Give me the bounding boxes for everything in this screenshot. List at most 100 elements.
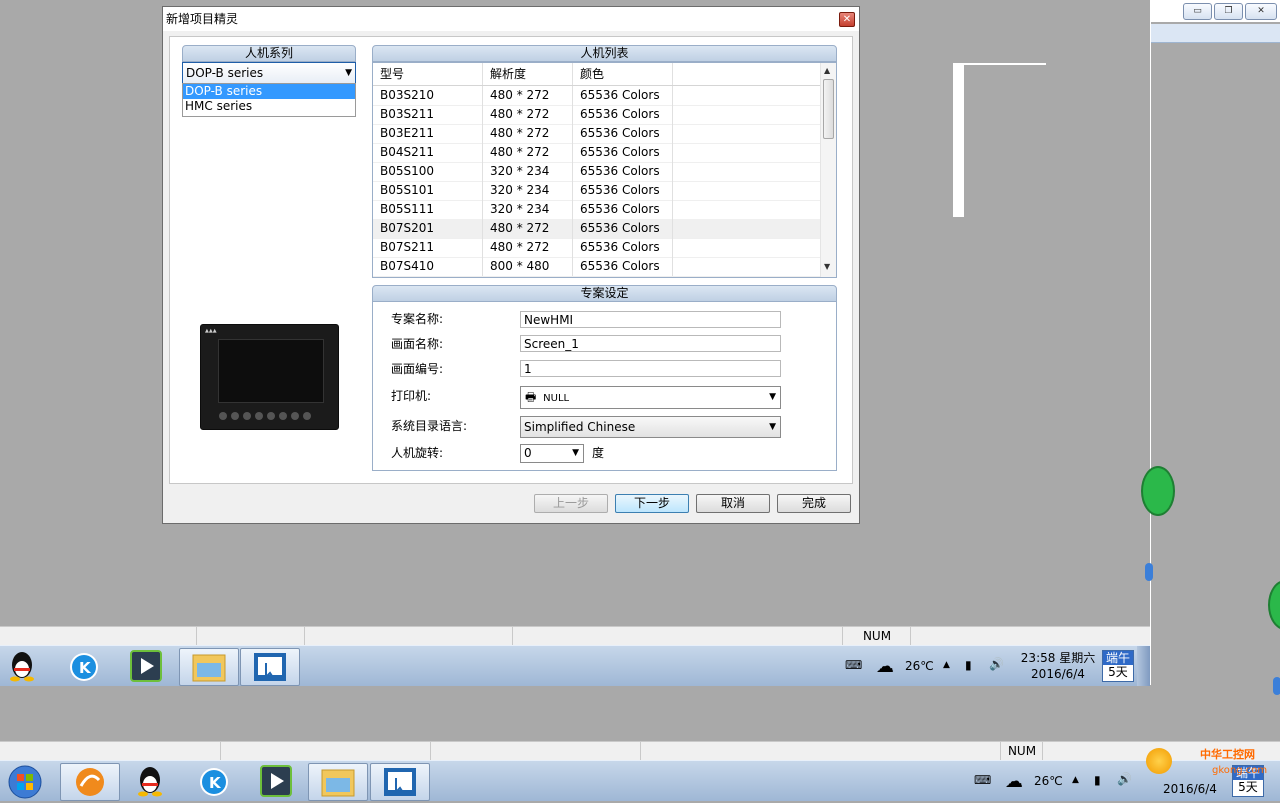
tray-expand-icon[interactable]: ▲	[943, 660, 950, 670]
clock[interactable]: 23:58 星期六 2016/6/4	[1018, 650, 1098, 682]
project-name-label: 专案名称:	[391, 312, 444, 326]
tray-expand-icon[interactable]: ▲	[1072, 775, 1079, 785]
previous-button[interactable]: 上一步	[534, 494, 608, 513]
rotation-select[interactable]: 0 ▼	[520, 444, 584, 463]
num-lock-indicator: NUM	[842, 627, 911, 645]
close-icon[interactable]: ✕	[1245, 3, 1277, 20]
keyboard-icon[interactable]: ⌨	[974, 773, 991, 787]
cell-resolution: 320 * 234	[483, 200, 573, 219]
list-row[interactable]: B07S410 800 * 480 65536 Colors	[373, 257, 821, 277]
screen-number-input[interactable]: 1	[520, 360, 781, 377]
kugou-icon[interactable]: K	[60, 648, 110, 684]
media-player-icon[interactable]	[252, 763, 302, 799]
project-name-input[interactable]: NewHMI	[520, 311, 781, 328]
cell-model: B05S100	[373, 162, 483, 181]
file-explorer-icon[interactable]	[308, 763, 368, 801]
cell-resolution: 480 * 272	[483, 124, 573, 143]
calendar-days: 5天	[1238, 780, 1258, 794]
media-player-icon[interactable]	[122, 648, 172, 684]
dialog-title: 新增项目精灵	[166, 12, 239, 26]
svg-text:K: K	[79, 659, 92, 677]
rotation-label: 人机旋转:	[391, 446, 444, 460]
weather-temperature: 26℃	[1034, 774, 1063, 788]
list-row[interactable]: B04S211 480 * 272 65536 Colors	[373, 143, 821, 163]
chevron-down-icon[interactable]: ▼	[769, 387, 776, 408]
series-option-hmc[interactable]: HMC series	[183, 99, 355, 114]
chevron-down-icon[interactable]: ▼	[572, 445, 579, 462]
cell-model: B05S111	[373, 200, 483, 219]
rotation-unit: 度	[592, 446, 605, 460]
column-header-model[interactable]: 型号	[373, 63, 483, 85]
network-icon[interactable]: ▮	[1094, 773, 1101, 787]
file-explorer-icon[interactable]	[179, 648, 239, 686]
volume-icon[interactable]: 🔊	[1117, 772, 1132, 786]
list-row[interactable]: B03E211 480 * 272 65536 Colors	[373, 124, 821, 144]
network-icon[interactable]: ▮	[965, 658, 972, 672]
qq-icon[interactable]	[0, 648, 50, 684]
cell-resolution: 320 * 234	[483, 162, 573, 181]
list-row[interactable]: B05S101 320 * 234 65536 Colors	[373, 181, 821, 201]
chevron-down-icon[interactable]: ▼	[345, 63, 352, 83]
column-header-color[interactable]: 颜色	[573, 63, 673, 85]
cell-resolution: 480 * 272	[483, 86, 573, 105]
list-row[interactable]: B07S201 480 * 272 65536 Colors	[373, 219, 821, 239]
screen-editor-icon[interactable]	[240, 648, 300, 686]
blue-shape	[1273, 677, 1280, 695]
cell-color: 65536 Colors	[573, 143, 673, 162]
hmi-device-image: ▲▲▲	[200, 324, 339, 430]
cell-resolution: 480 * 272	[483, 238, 573, 257]
restore-icon[interactable]: ❐	[1214, 3, 1243, 20]
chevron-down-icon[interactable]: ▼	[769, 417, 776, 437]
list-row[interactable]: B05S111 320 * 234 65536 Colors	[373, 200, 821, 220]
taskbar-bottom: K ⌨ ☁ 26℃ ▲ ▮ 🔊 2016/6/4 端午 5天	[0, 760, 1280, 801]
kugou-icon[interactable]: K	[190, 763, 240, 799]
volume-icon[interactable]: 🔊	[989, 657, 1004, 671]
list-row[interactable]: B07S211 480 * 272 65536 Colors	[373, 238, 821, 258]
scroll-up-icon[interactable]: ▲	[824, 66, 830, 75]
screen-editor-icon[interactable]	[370, 763, 430, 801]
cancel-button[interactable]: 取消	[696, 494, 770, 513]
blue-shape	[1145, 563, 1153, 581]
series-combobox[interactable]: DOP-B series ▼	[182, 62, 356, 84]
cell-model: B04S211	[373, 143, 483, 162]
calendar-festival: 端午	[1103, 651, 1133, 665]
screen-number-label: 画面编号:	[391, 362, 444, 376]
num-lock-indicator: NUM	[1000, 742, 1043, 760]
finish-button[interactable]: 完成	[777, 494, 851, 513]
keyboard-icon[interactable]: ⌨	[845, 658, 862, 672]
list-column-headers: 型号 解析度 颜色	[373, 63, 821, 86]
cell-color: 65536 Colors	[573, 257, 673, 276]
cell-model: B03S211	[373, 105, 483, 124]
dialog-titlebar: 新增项目精灵 ✕	[163, 7, 859, 31]
list-scrollbar[interactable]: ▲ ▼	[820, 63, 836, 277]
language-select[interactable]: Simplified Chinese ▼	[520, 416, 781, 438]
qq-icon[interactable]	[128, 763, 178, 799]
minimize-icon[interactable]: ▭	[1183, 3, 1212, 20]
show-desktop-button[interactable]	[1137, 646, 1150, 686]
printer-select[interactable]: 🖶 NULL ▼	[520, 386, 781, 409]
browser-icon[interactable]	[60, 763, 120, 801]
rotation-value: 0	[524, 446, 532, 460]
background-window-toolbar	[1151, 24, 1280, 43]
next-button[interactable]: 下一步	[615, 494, 689, 513]
close-icon[interactable]: ✕	[839, 12, 855, 27]
background-window: ▭ ❐ ✕	[1150, 0, 1280, 685]
list-row[interactable]: B03S211 480 * 272 65536 Colors	[373, 105, 821, 125]
canvas-line	[953, 63, 1046, 65]
printer-value: NULL	[543, 393, 570, 404]
weather-icon[interactable]: ☁	[876, 656, 894, 677]
list-row[interactable]: B03S210 480 * 272 65536 Colors	[373, 86, 821, 106]
list-row[interactable]: B05S100 320 * 234 65536 Colors	[373, 162, 821, 182]
cell-color: 65536 Colors	[573, 86, 673, 105]
start-button[interactable]	[0, 763, 50, 799]
watermark-url: gkong.com	[1212, 765, 1268, 776]
column-header-resolution[interactable]: 解析度	[483, 63, 573, 85]
cell-color: 65536 Colors	[573, 162, 673, 181]
series-option-dop-b[interactable]: DOP-B series	[183, 84, 355, 99]
calendar-widget[interactable]: 端午 5天	[1102, 650, 1134, 682]
scroll-thumb[interactable]	[823, 79, 834, 139]
scroll-down-icon[interactable]: ▼	[824, 262, 830, 271]
clock-date[interactable]: 2016/6/4	[1150, 781, 1230, 797]
screen-name-input[interactable]: Screen_1	[520, 335, 781, 352]
weather-icon[interactable]: ☁	[1005, 771, 1023, 792]
